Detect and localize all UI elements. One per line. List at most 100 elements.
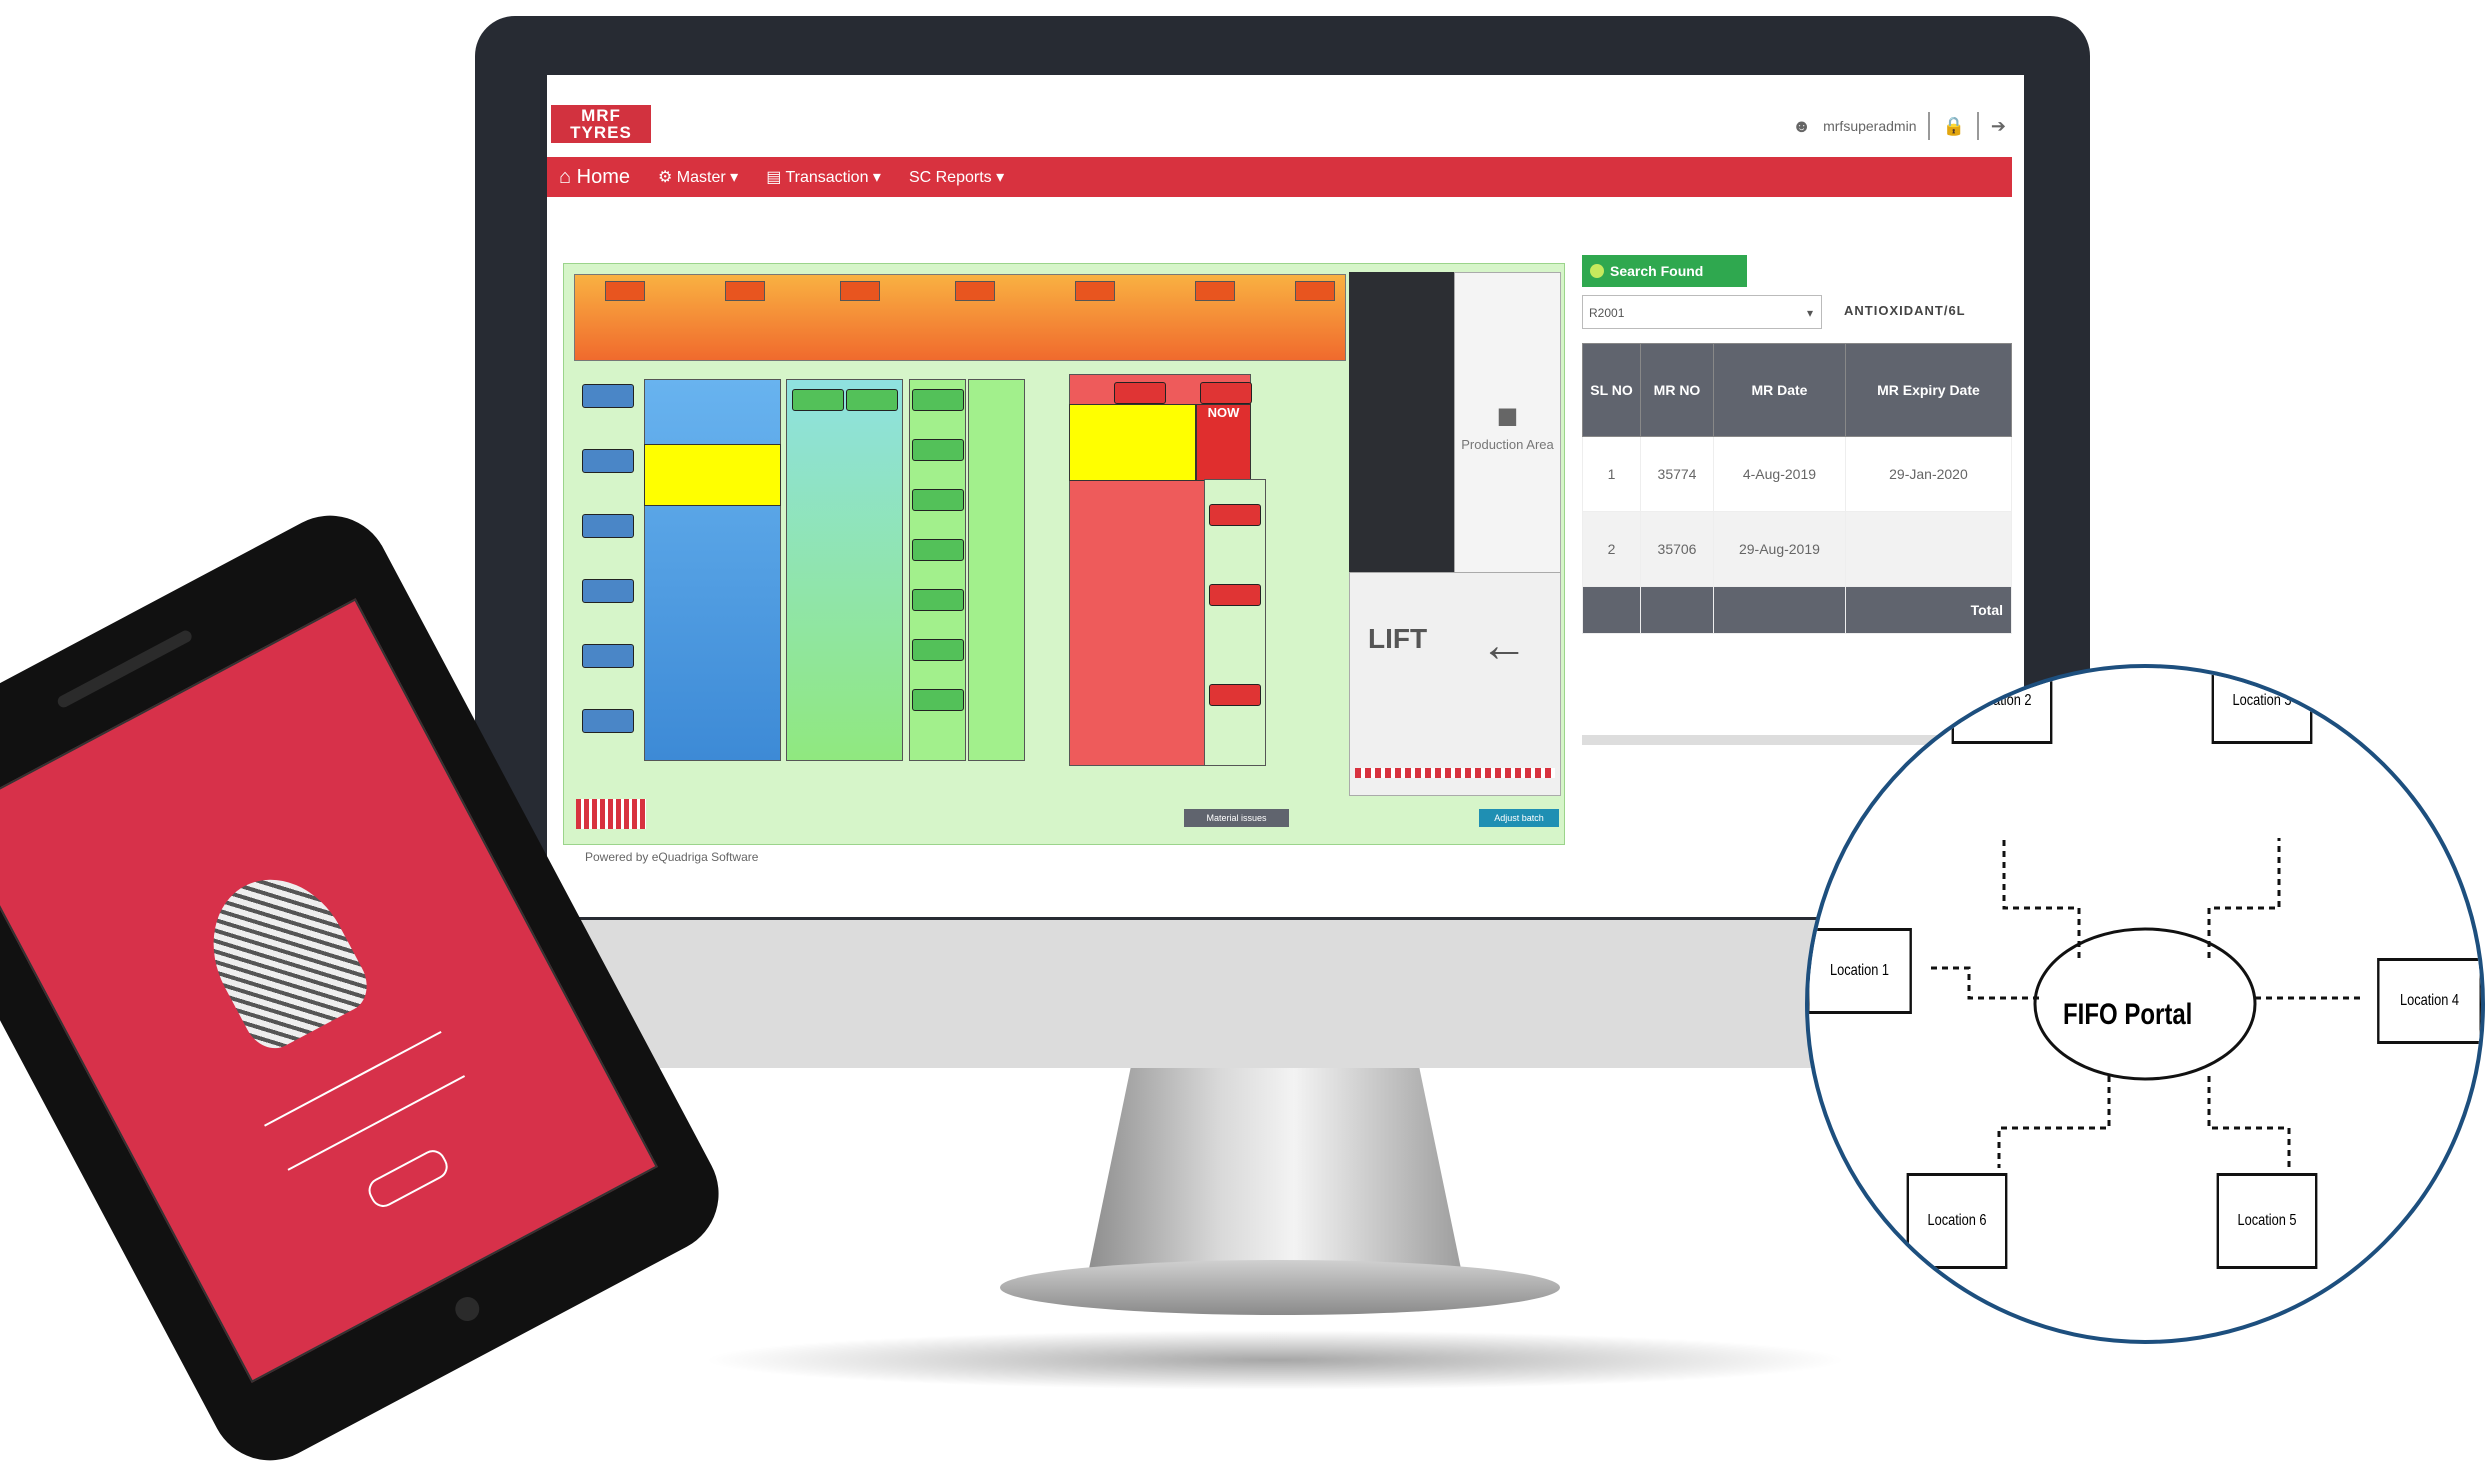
bay-button[interactable] <box>1209 684 1261 706</box>
nav-home-label: Home <box>576 165 630 188</box>
location-label: Location 3 <box>2232 692 2292 709</box>
table-footer: Total <box>1582 586 2013 634</box>
location-box: Location 5 <box>2216 1173 2318 1269</box>
monitor-base <box>1000 1260 1560 1315</box>
bay-button[interactable] <box>1209 584 1261 606</box>
bay-button[interactable] <box>792 389 844 411</box>
location-box: Location 4 <box>2377 958 2481 1044</box>
location-box: Location 1 <box>1809 928 1912 1014</box>
table-cell <box>1844 511 2013 587</box>
rack-row-top[interactable] <box>574 274 1346 361</box>
bay-button[interactable] <box>582 514 634 538</box>
connector-line <box>1929 966 2039 1000</box>
monitor-stand <box>1085 1068 1465 1288</box>
bay-button[interactable] <box>1200 382 1252 404</box>
factory-icon: ■ <box>1496 394 1519 436</box>
bay-button[interactable] <box>912 539 964 561</box>
bay-button[interactable] <box>582 384 634 408</box>
main-navbar: ⌂ Home ⚙ Master ▾ ▤ Transaction ▾ SC Rep… <box>547 157 2012 197</box>
monitor-screen: MRF TYRES ☻ mrfsuperadmin 🔒 ➔ ⌂ Home ⚙ M… <box>547 75 2024 917</box>
warehouse-layout: NOW ■ Production Area LIFT ← Material is… <box>563 263 1565 845</box>
logout-icon[interactable]: ➔ <box>1991 116 2006 137</box>
production-area-label: Production Area <box>1461 436 1554 452</box>
location-box: Location 2 <box>1951 668 2053 744</box>
login-button[interactable] <box>363 1145 453 1212</box>
powered-by: Powered by eQuadriga Software <box>585 850 759 864</box>
fifo-diagram: Location 2 Location 3 Location 1 Locatio… <box>1805 664 2485 1344</box>
divider <box>1976 112 1979 140</box>
user-name[interactable]: mrfsuperadmin <box>1823 118 1916 134</box>
table-header: MR Expiry Date <box>1844 343 2013 437</box>
divider <box>1928 112 1931 140</box>
location-box: Location 6 <box>1906 1173 2008 1269</box>
nav-reports[interactable]: SC Reports ▾ <box>909 167 1004 187</box>
table-row[interactable]: 1 35774 4-Aug-2019 29-Jan-2020 <box>1582 436 2013 512</box>
rack-button[interactable] <box>1195 281 1235 301</box>
connector-line <box>1997 1076 2111 1168</box>
lift-label: LIFT <box>1368 623 1428 654</box>
bay-button[interactable] <box>912 589 964 611</box>
bay-button[interactable] <box>582 709 634 733</box>
rack-button[interactable] <box>1075 281 1115 301</box>
nav-master[interactable]: ⚙ Master ▾ <box>658 167 738 187</box>
dark-zone <box>1349 272 1454 572</box>
bay-button[interactable] <box>912 689 964 711</box>
chevron-down-icon: ▾ <box>1806 306 1813 320</box>
app-header: MRF TYRES ☻ mrfsuperadmin 🔒 ➔ <box>547 75 2024 155</box>
lift-zone[interactable]: LIFT ← <box>1349 572 1561 796</box>
nav-reports-label: SC Reports <box>908 169 992 186</box>
search-icon <box>1590 264 1604 278</box>
user-icon: ☻ <box>1792 115 1812 136</box>
table-header: SL NO <box>1582 343 1641 437</box>
rack-button[interactable] <box>840 281 880 301</box>
bay-button[interactable] <box>912 639 964 661</box>
bay-button[interactable] <box>582 579 634 603</box>
material-select-value: R2001 <box>1589 306 1625 320</box>
fifo-portal-label: FIFO Portal <box>2063 998 2193 1031</box>
bay-button[interactable] <box>1209 504 1261 526</box>
tyre-mascot-image <box>187 855 378 1058</box>
arrow-left-icon: ← <box>1480 619 1528 672</box>
connector-line <box>2207 1076 2291 1168</box>
rack-block-highlight[interactable] <box>644 444 781 506</box>
bay-button[interactable] <box>1114 382 1166 404</box>
monitor-shadow <box>700 1330 1850 1390</box>
rack-button[interactable] <box>1295 281 1335 301</box>
location-label: Location 5 <box>2237 1212 2297 1229</box>
table-header: MR NO <box>1640 343 1714 437</box>
table-cell: 2 <box>1582 511 1641 587</box>
location-label: Location 6 <box>1927 1212 1987 1229</box>
rack-button[interactable] <box>725 281 765 301</box>
search-panel: Search Found R2001 ▾ ANTIOXIDANT/6L SL N… <box>1582 255 2013 745</box>
rack-button[interactable] <box>955 281 995 301</box>
nav-home[interactable]: ⌂ Home <box>559 166 630 189</box>
phone-home-button <box>451 1292 484 1326</box>
material-issues-button[interactable]: Material issues <box>1184 809 1289 827</box>
table-cell: 29-Aug-2019 <box>1713 511 1846 587</box>
bay-button[interactable] <box>912 489 964 511</box>
rack-block-green[interactable] <box>968 379 1025 761</box>
rack-block-highlight[interactable] <box>1069 404 1196 481</box>
bay-button[interactable] <box>582 449 634 473</box>
production-area[interactable]: ■ Production Area <box>1454 272 1561 574</box>
user-area: ☻ mrfsuperadmin 🔒 ➔ <box>1792 111 2006 141</box>
nav-transaction[interactable]: ▤ Transaction ▾ <box>766 167 881 187</box>
rack-block-cyan[interactable] <box>786 379 903 761</box>
search-found-button[interactable]: Search Found <box>1582 255 1747 287</box>
legend-strip <box>576 799 646 829</box>
bay-button[interactable] <box>912 439 964 461</box>
rack-block-blue[interactable] <box>644 379 781 761</box>
adjust-batch-button[interactable]: Adjust batch <box>1479 809 1559 827</box>
rack-button[interactable] <box>605 281 645 301</box>
lock-icon[interactable]: 🔒 <box>1942 116 1964 137</box>
location-label: Location 4 <box>2399 992 2460 1009</box>
now-tag: NOW <box>1196 404 1251 481</box>
bay-button[interactable] <box>582 644 634 668</box>
table-cell: 35774 <box>1640 436 1714 512</box>
login-line <box>264 1031 442 1127</box>
nav-transaction-label: Transaction <box>785 169 869 186</box>
material-select[interactable]: R2001 ▾ <box>1582 295 1822 329</box>
bay-button[interactable] <box>846 389 898 411</box>
table-row[interactable]: 2 35706 29-Aug-2019 <box>1582 511 2013 587</box>
bay-button[interactable] <box>912 389 964 411</box>
